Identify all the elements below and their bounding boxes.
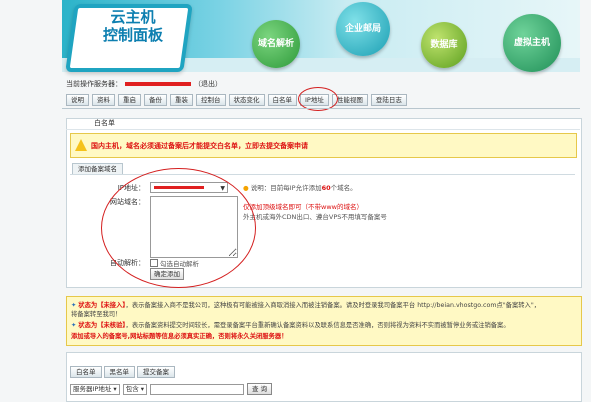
server-info: 当前操作服务器： （退出） [66,79,222,89]
form-highlight-circle [101,168,256,288]
status-notice: ✦ 状态为【未接入】，表示备案接入商不是我公司，这种极有可能被接入商取消接入而被… [66,296,582,346]
tab-status-change[interactable]: 状态变化 [228,94,265,106]
tab-profile[interactable]: 资料 [92,94,115,106]
nav-virtual-host[interactable]: 虚拟主机 [503,14,561,72]
exit-link[interactable]: （退出） [194,80,222,88]
tip-count: 60 [321,184,331,192]
notice-footer: 添加或导入的备案号,网站标题等信息必须真实正确，否则将永久关闭服务器！ [71,333,288,340]
tab-submit-filing[interactable]: 提交备案 [137,366,175,378]
tab-restart[interactable]: 重启 [118,94,141,106]
search-mode-select[interactable]: 包含 ▾ [122,383,148,395]
nav-enterprise-mail[interactable]: 企业邮局 [336,2,390,56]
search-button[interactable]: 查 询 [247,383,273,395]
nav-database[interactable]: 数据库 [421,22,467,68]
notice-row-1: ✦ 状态为【未接入】，表示备案接入商不是我公司，这种极有可能被接入商取消接入而被… [71,301,540,311]
tip-suffix: 个域名。 [330,184,357,192]
nav-domain-resolve[interactable]: 域名解析 [252,20,300,68]
search-field-value: 服务器IP地址 [73,384,112,393]
status-text-1: ，表示备案接入商不是我公司，这种极有可能被接入商取消接入而被注销备案。请及时登录… [125,302,541,309]
panel-title-text: 白名单 [94,119,115,127]
status-text-1b: 将备案转至我司！ [71,311,122,318]
divider [62,108,580,109]
notice-row-2: ✦ 状态为【未核验】，表示备案资料提交时间较长，需登录备案平台重新确认备案资料以… [71,321,510,331]
server-name-redacted [125,82,191,86]
bulb-icon: ● [243,184,249,192]
notice-row-1b: 将备案转至我司！ [71,310,121,320]
server-label: 当前操作服务器： [66,80,122,88]
search-input[interactable] [150,383,245,395]
tab-console[interactable]: 控制台 [196,94,226,106]
status-tag-1: 状态为【未接入】 [78,302,126,309]
search-field-select[interactable]: 服务器IP地址 ▾ [70,383,120,395]
warning-box: 国内主机，域名必须通过备案后才能提交白名单，立即去提交备案申请 [70,133,577,158]
pin-icon: ✦ [71,322,77,329]
warning-text[interactable]: 国内主机，域名必须通过备案后才能提交白名单，立即去提交备案申请 [91,141,308,151]
tab-reinstall[interactable]: 重装 [170,94,193,106]
tip-line2: 仅添加顶级域名即可（不带www的域名） [243,203,363,211]
tab-description[interactable]: 说明 [66,94,89,106]
tab-whitelist[interactable]: 白名单 [267,94,297,106]
search-mode-value: 包含 [125,384,139,393]
main-tabs: 说明 资料 重启 备份 重装 控制台 状态变化 白名单 IP地址 性能视图 登陆… [66,94,410,106]
search-bar: 服务器IP地址 ▾ 包含 ▾ 查 询 [70,383,273,395]
tip-line3: 外主机或海外CDN出口、遵台VPS不用填写备案号 [243,213,387,221]
tab-login-log[interactable]: 登陆日志 [370,94,407,106]
logo-text: 云主机 控制面板 [102,8,163,44]
tip-line1: ● 说明：目前每IP允许添加60个域名。 [243,182,357,192]
panel-title: 白名单 [66,118,580,130]
status-tag-2: 状态为【未核验】 [78,322,126,329]
pin-icon: ✦ [71,302,77,309]
warning-icon [75,139,87,151]
tip-prefix: 说明：目前每IP允许添加 [250,184,322,192]
status-text-2: ，表示备案资料提交时间较长，需登录备案平台重新确认备案资料以及联系信息是否准确，… [125,322,510,329]
list-tabs: 白名单 黑名单 提交备案 [70,366,177,378]
tab-blacklist[interactable]: 黑名单 [103,366,135,378]
tab-backup[interactable]: 备份 [144,94,167,106]
tab-whitelist-list[interactable]: 白名单 [70,366,102,378]
